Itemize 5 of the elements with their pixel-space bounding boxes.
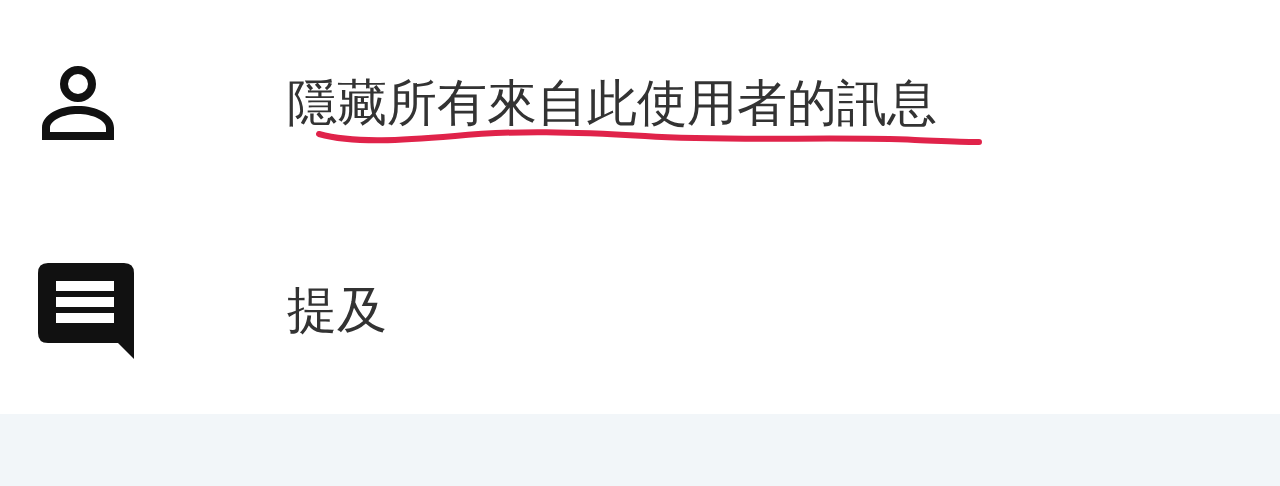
menu-item[interactable]: 提及 — [0, 207, 1280, 414]
message-icon — [38, 262, 134, 359]
menu-item-label: 提及 — [287, 281, 387, 339]
menu-item-label: 隱藏所有來自此使用者的訊息 — [287, 74, 937, 132]
menu-item[interactable]: 隱藏所有來自此使用者的訊息 — [0, 0, 1280, 207]
